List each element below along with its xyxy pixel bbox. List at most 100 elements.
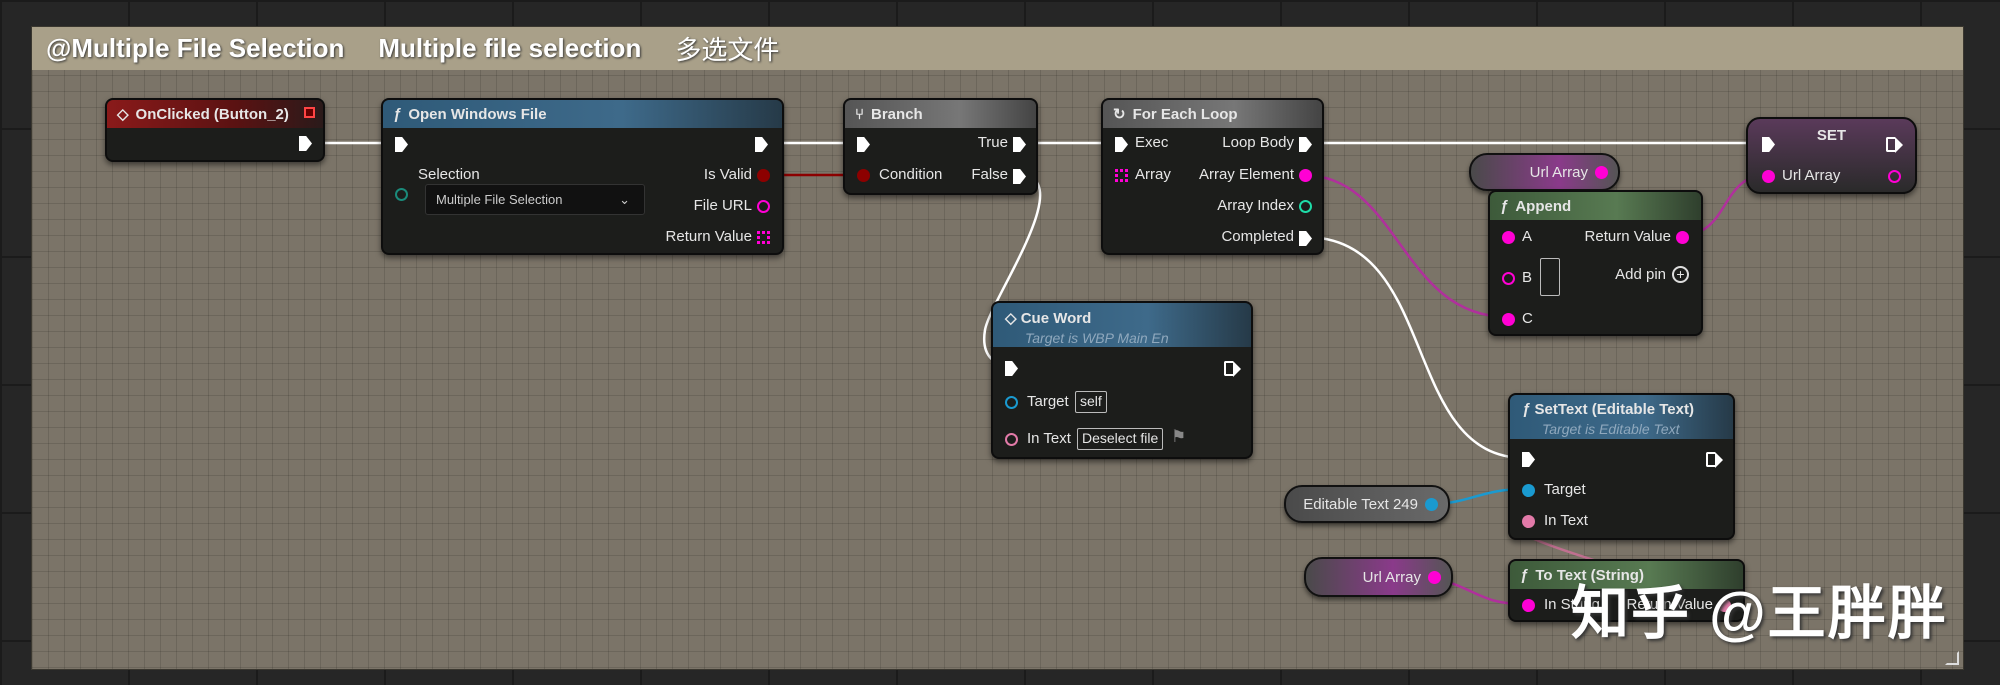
target-input[interactable]: self [1075, 391, 1107, 413]
exec-out-pin[interactable] [299, 136, 312, 151]
branch-node[interactable]: ⑂ Branch True Condition False [843, 98, 1038, 195]
b-pin[interactable] [1502, 272, 1515, 285]
function-icon: ƒ [1522, 401, 1531, 418]
chevron-down-icon: ⌄ [619, 192, 630, 207]
false-label: False [971, 166, 1008, 183]
editable-text-out-pin[interactable] [1425, 498, 1438, 511]
target-label: Target [1027, 393, 1069, 410]
node-subtitle: Target is Editable Text [1542, 421, 1680, 437]
array-pin-icon[interactable] [757, 231, 770, 244]
append-node[interactable]: ƒ Append A Return Value B Add pin + C [1488, 190, 1703, 336]
false-exec-pin[interactable] [1013, 169, 1026, 184]
file-url-label: File URL [693, 197, 752, 214]
selection-pin[interactable] [395, 188, 408, 201]
array-index-pin[interactable] [1299, 200, 1312, 213]
url-array-out-pin[interactable] [1428, 571, 1441, 584]
return-value-label: Return Value [1584, 228, 1671, 245]
target-label: Target [1544, 481, 1586, 498]
exec-label: Exec [1135, 134, 1169, 151]
localization-flag-icon[interactable]: ⚑ [1171, 427, 1186, 447]
function-icon: ƒ [393, 105, 402, 123]
loop-body-label: Loop Body [1222, 134, 1294, 151]
open-windows-file-node[interactable]: ƒ Open Windows File Selection Multiple Fi… [381, 98, 784, 255]
c-label: C [1522, 310, 1533, 327]
array-index-label: Array Index [1217, 197, 1294, 214]
node-title: Branch [871, 105, 923, 123]
b-label: B [1522, 269, 1533, 286]
in-string-pin[interactable] [1522, 599, 1535, 612]
variable-label: Url Array [1529, 163, 1588, 181]
in-text-input[interactable]: Deselect file [1077, 428, 1164, 450]
branch-icon: ⑂ [855, 105, 865, 123]
node-title: Open Windows File [408, 105, 547, 123]
exec-out-pin[interactable] [1886, 137, 1903, 153]
in-text-label: In Text [1544, 512, 1588, 529]
is-valid-label: Is Valid [703, 166, 752, 183]
is-valid-pin[interactable] [757, 169, 770, 182]
in-text-label: In Text [1027, 430, 1071, 447]
exec-in-pin[interactable] [857, 137, 870, 152]
editable-text-variable[interactable]: Editable Text 249 [1284, 485, 1450, 523]
in-text-pin[interactable] [1005, 433, 1018, 446]
exec-out-pin[interactable] [1224, 361, 1241, 377]
completed-label: Completed [1221, 228, 1294, 245]
cue-word-node[interactable]: ◇ Cue Word Target is WBP Main En Target s… [991, 301, 1253, 459]
node-title: OnClicked (Button_2) [135, 105, 289, 123]
return-value-label: Return Value [665, 228, 752, 245]
in-text-pin[interactable] [1522, 515, 1535, 528]
url-array-label: Url Array [1782, 167, 1841, 184]
loop-body-pin[interactable] [1299, 137, 1312, 152]
add-pin-plus-icon[interactable]: + [1672, 266, 1689, 283]
target-pin[interactable] [1005, 396, 1018, 409]
watermark: 知乎 @王胖胖 [1571, 581, 1948, 646]
delegate-pin-icon[interactable] [304, 107, 315, 118]
array-pin-icon[interactable] [1115, 169, 1128, 182]
url-array-out-pin[interactable] [1595, 166, 1608, 179]
loop-icon: ↻ [1113, 106, 1126, 123]
set-url-array-node[interactable]: SET Url Array [1746, 117, 1917, 194]
a-label: A [1522, 228, 1533, 245]
variable-label: Editable Text 249 [1303, 495, 1418, 513]
event-diamond-icon: ◇ [1005, 310, 1017, 327]
b-input[interactable] [1540, 258, 1560, 296]
true-label: True [977, 134, 1008, 151]
onclicked-event-node[interactable]: ◇ OnClicked (Button_2) [105, 98, 325, 162]
exec-in-pin[interactable] [395, 137, 408, 152]
exec-in-pin[interactable] [1115, 137, 1128, 152]
wire-string [1302, 173, 1509, 319]
exec-out-pin[interactable] [755, 137, 768, 152]
true-exec-pin[interactable] [1013, 137, 1026, 152]
url-array-out-pin[interactable] [1888, 170, 1901, 183]
condition-label: Condition [879, 166, 943, 183]
exec-in-pin[interactable] [1005, 361, 1018, 376]
c-pin[interactable] [1502, 313, 1515, 326]
url-array-variable[interactable]: Url Array [1304, 557, 1453, 597]
set-text-node[interactable]: ƒ SetText (Editable Text) Target is Edita… [1508, 393, 1735, 540]
for-each-loop-node[interactable]: ↻ For Each Loop Exec Loop Body Array Arra… [1101, 98, 1324, 255]
target-pin[interactable] [1522, 484, 1535, 497]
function-icon: ƒ [1520, 566, 1529, 584]
selection-dropdown[interactable]: Multiple File Selection ⌄ [425, 184, 645, 215]
condition-pin[interactable] [857, 169, 870, 182]
selection-value: Multiple File Selection [436, 192, 563, 207]
array-element-label: Array Element [1198, 166, 1294, 183]
url-array-in-pin[interactable] [1762, 170, 1775, 183]
node-title: Cue Word [1020, 310, 1092, 327]
event-diamond-icon: ◇ [117, 106, 129, 123]
return-value-pin[interactable] [1676, 231, 1689, 244]
array-label: Array [1135, 166, 1171, 183]
node-title: For Each Loop [1132, 105, 1238, 123]
node-subtitle: Target is WBP Main En [1025, 330, 1169, 346]
exec-in-pin[interactable] [1522, 452, 1535, 467]
completed-pin[interactable] [1299, 231, 1312, 246]
node-title: Append [1515, 197, 1572, 215]
a-pin[interactable] [1502, 231, 1515, 244]
function-icon: ƒ [1500, 197, 1509, 215]
variable-label: Url Array [1362, 568, 1421, 586]
array-element-pin[interactable] [1299, 169, 1312, 182]
add-pin-label[interactable]: Add pin [1615, 266, 1666, 283]
url-array-variable[interactable]: Url Array [1469, 153, 1620, 191]
exec-out-pin[interactable] [1706, 452, 1723, 468]
selection-label: Selection [418, 166, 480, 183]
file-url-pin[interactable] [757, 200, 770, 213]
